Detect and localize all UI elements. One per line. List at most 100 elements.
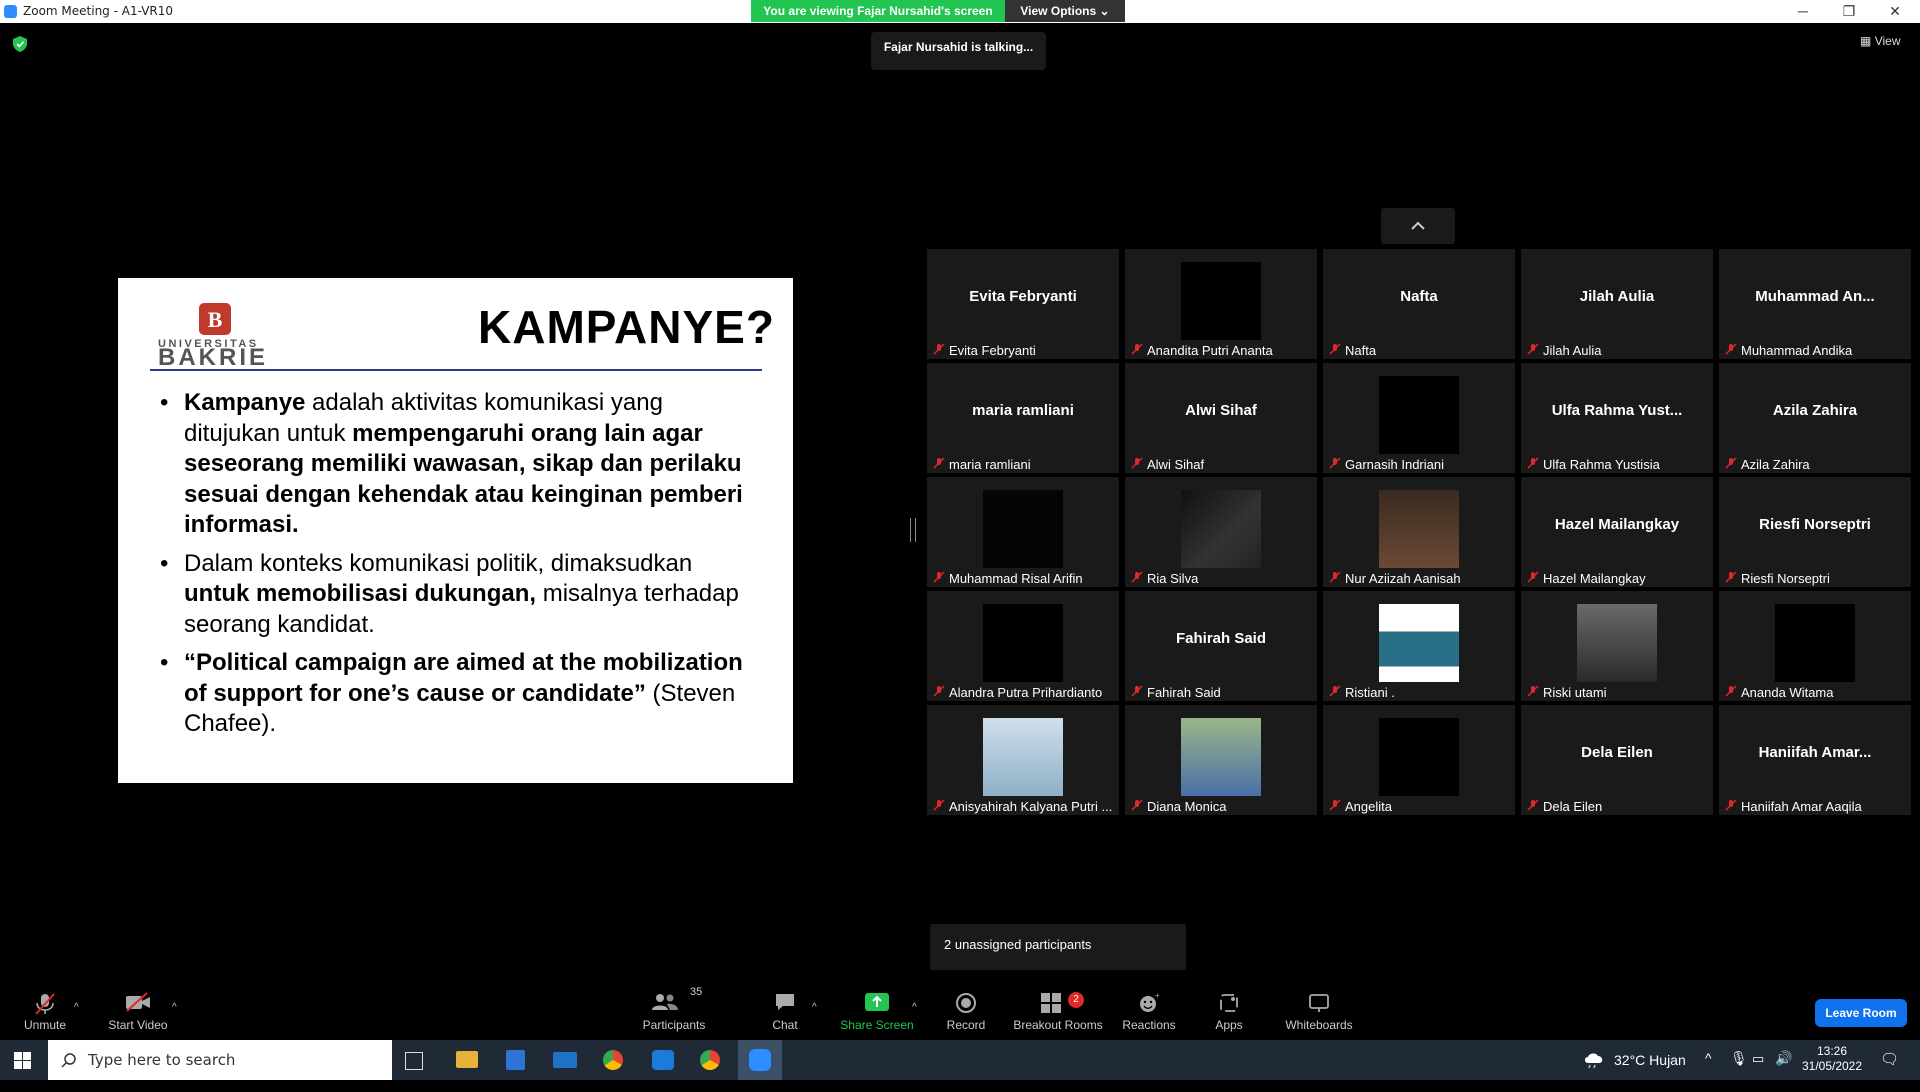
volume-icon[interactable]: 🔊 xyxy=(1775,1050,1792,1090)
task-view-icon[interactable] xyxy=(405,1052,423,1070)
participant-tile[interactable]: Alwi Sihaf Alwi Sihaf xyxy=(1125,363,1317,473)
windows-start-icon[interactable] xyxy=(14,1052,31,1069)
participant-tile[interactable]: Riesfi Norseptri Riesfi Norseptri xyxy=(1719,477,1911,587)
participants-count: 35 xyxy=(690,986,703,998)
participants-button[interactable]: 35 Participants xyxy=(638,972,710,1040)
participant-name-label: Nafta xyxy=(1345,343,1377,358)
bullet-text: Dalam konteks komunikasi politik, dimaks… xyxy=(184,549,693,577)
participant-tile[interactable]: Hazel Mailangkay Hazel Mailangkay xyxy=(1521,477,1713,587)
participant-tile[interactable]: Fahirah Said Fahirah Said xyxy=(1125,591,1317,701)
caret-up-icon[interactable]: ^ xyxy=(812,1002,817,1013)
weather-rain-icon xyxy=(1585,1053,1603,1068)
participant-tile[interactable]: Dela Eilen Dela Eilen xyxy=(1521,705,1713,815)
caret-up-icon[interactable]: ^ xyxy=(912,1002,917,1013)
participant-display-name: Haniifah Amar... xyxy=(1758,744,1872,761)
participant-name-label: Haniifah Amar Aaqila xyxy=(1741,799,1862,814)
leave-room-button[interactable]: Leave Room xyxy=(1815,999,1907,1027)
apps-button[interactable]: Apps xyxy=(1200,972,1258,1040)
minimize-icon[interactable]: ─ xyxy=(1780,0,1826,23)
participant-tile[interactable]: Azila Zahira Azila Zahira xyxy=(1719,363,1911,473)
chat-button[interactable]: Chat xyxy=(760,972,810,1040)
participant-tile[interactable]: Alandra Putra Prihardianto xyxy=(927,591,1119,701)
record-button[interactable]: Record xyxy=(940,972,992,1040)
participant-tile[interactable]: Angelita xyxy=(1323,705,1515,815)
start-video-button[interactable]: Start Video xyxy=(104,972,172,1040)
unmute-button[interactable]: Unmute xyxy=(14,972,76,1040)
clock[interactable]: 13:26 31/05/2022 xyxy=(1800,1044,1864,1084)
share-screen-button[interactable]: Share Screen xyxy=(838,972,916,1040)
weather-text[interactable]: 32°C Hujan xyxy=(1614,1052,1686,1092)
participant-name-label: Muhammad Andika xyxy=(1741,343,1853,358)
mic-muted-icon xyxy=(1329,457,1341,469)
participant-tile[interactable]: Garnasih Indriani xyxy=(1323,363,1515,473)
participant-tile[interactable]: Haniifah Amar... Haniifah Amar Aaqila xyxy=(1719,705,1911,815)
chevron-up-icon[interactable]: ^ xyxy=(1705,1050,1712,1090)
breakout-rooms-button[interactable]: 2 Breakout Rooms xyxy=(1012,972,1104,1040)
mic-muted-icon xyxy=(1725,343,1737,355)
share-screen-icon xyxy=(865,993,889,1011)
participant-tile[interactable]: Muhammad An... Muhammad Andika xyxy=(1719,249,1911,359)
chat-icon xyxy=(776,994,794,1010)
teamviewer-icon[interactable] xyxy=(652,1050,674,1070)
mic-muted-icon xyxy=(1527,571,1539,583)
participant-name-label: Anisyahirah Kalyana Putri ... xyxy=(949,799,1113,814)
chevron-up-icon xyxy=(1411,221,1425,230)
restore-icon[interactable]: ❐ xyxy=(1826,0,1872,23)
participant-tile[interactable]: Ananda Witama xyxy=(1719,591,1911,701)
participant-tile[interactable]: Nafta Nafta xyxy=(1323,249,1515,359)
unassigned-participants-notice[interactable]: 2 unassigned participants xyxy=(930,924,1186,970)
participant-tile[interactable]: maria ramliani maria ramliani xyxy=(927,363,1119,473)
notifications-icon[interactable]: 🗨 xyxy=(1880,1050,1899,1090)
mic-muted-icon xyxy=(1131,571,1143,583)
participant-tile[interactable]: Anandita Putri Ananta xyxy=(1125,249,1317,359)
microphone-icon[interactable]: 🎙 xyxy=(1730,1050,1748,1090)
participant-tile[interactable]: Ulfa Rahma Yust... Ulfa Rahma Yustisia xyxy=(1521,363,1713,473)
participant-tile[interactable]: Jilah Aulia Jilah Aulia xyxy=(1521,249,1713,359)
mic-muted-icon xyxy=(1329,571,1341,583)
participant-tile[interactable]: Nur Aziizah Aanisah xyxy=(1323,477,1515,587)
participant-name-label: Ulfa Rahma Yustisia xyxy=(1543,457,1660,472)
taskbar-search-box[interactable]: Type here to search xyxy=(48,1040,392,1080)
slide-bullet: Dalam konteks komunikasi politik, dimaks… xyxy=(158,549,758,641)
close-icon[interactable]: ✕ xyxy=(1872,0,1918,23)
participant-tile[interactable]: Evita Febryanti Evita Febryanti xyxy=(927,249,1119,359)
chrome-icon[interactable] xyxy=(603,1050,623,1070)
caret-up-icon[interactable]: ^ xyxy=(172,1002,177,1013)
caret-up-icon[interactable]: ^ xyxy=(74,1002,79,1013)
view-button[interactable]: ▦ View xyxy=(1860,34,1900,48)
participant-video-thumbnail xyxy=(1379,604,1459,682)
university-logo-icon: B xyxy=(199,303,231,335)
file-explorer-icon[interactable] xyxy=(456,1051,478,1068)
view-options-button[interactable]: View Options ⌄ xyxy=(1005,0,1125,22)
share-screen-label: Share Screen xyxy=(840,1018,914,1032)
participant-tile[interactable]: Anisyahirah Kalyana Putri ... xyxy=(927,705,1119,815)
microsoft-store-icon[interactable] xyxy=(506,1050,525,1070)
slide-divider xyxy=(150,369,762,371)
network-icon[interactable]: ▭ xyxy=(1752,1051,1764,1091)
shield-icon[interactable] xyxy=(13,36,27,52)
participant-name-label: Garnasih Indriani xyxy=(1345,457,1444,472)
zoom-taskbar-button[interactable] xyxy=(738,1040,782,1080)
unmute-label: Unmute xyxy=(23,1018,67,1032)
participant-name-label: Anandita Putri Ananta xyxy=(1147,343,1273,358)
reactions-icon: + xyxy=(1140,992,1160,1012)
search-placeholder: Type here to search xyxy=(88,1051,236,1069)
reactions-button[interactable]: + Reactions xyxy=(1118,972,1180,1040)
participant-display-name: Muhammad An... xyxy=(1755,288,1875,305)
participant-tile[interactable]: Muhammad Risal Arifin xyxy=(927,477,1119,587)
mic-muted-icon xyxy=(1527,685,1539,697)
participant-tile[interactable]: Diana Monica xyxy=(1125,705,1317,815)
chrome-profile-icon[interactable] xyxy=(700,1050,720,1070)
splitter-handle[interactable] xyxy=(910,518,916,542)
mail-icon[interactable] xyxy=(553,1052,577,1068)
participant-video-thumbnail xyxy=(1379,718,1459,796)
gallery-page-up-button[interactable] xyxy=(1381,208,1455,244)
participant-name-label: Ristiani . xyxy=(1345,685,1395,700)
presentation-slide: B UNIVERSITAS BAKRIE KAMPANYE? Kampanye … xyxy=(118,278,793,783)
participant-tile[interactable]: Ristiani . xyxy=(1323,591,1515,701)
whiteboards-button[interactable]: Whiteboards xyxy=(1280,972,1358,1040)
participant-tile[interactable]: Ria Silva xyxy=(1125,477,1317,587)
participant-tile[interactable]: Riski utami xyxy=(1521,591,1713,701)
participant-name-label: Riesfi Norseptri xyxy=(1741,571,1830,586)
search-icon xyxy=(61,1053,76,1068)
